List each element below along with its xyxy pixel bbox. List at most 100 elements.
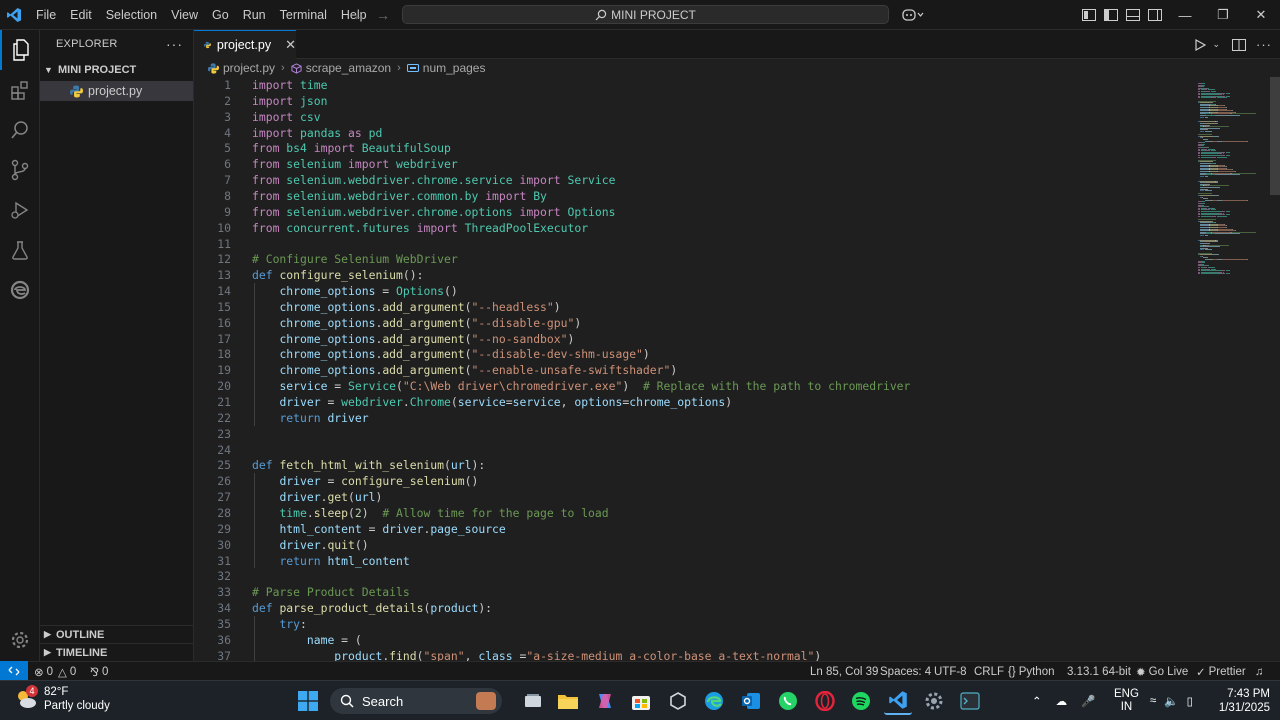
more-actions-icon[interactable]: ··· (1256, 37, 1272, 52)
run-debug-icon[interactable] (0, 190, 40, 230)
problems-indicator[interactable]: ⊗ 0 △ 0 (34, 662, 76, 681)
source-control-icon[interactable] (0, 150, 40, 190)
code-line[interactable]: 11 (194, 236, 1190, 252)
code-line[interactable]: 22 return driver (194, 410, 1190, 426)
microsoft-store-icon[interactable] (627, 687, 655, 715)
code-line[interactable]: 30 driver.quit() (194, 537, 1190, 553)
menu-view[interactable]: View (164, 0, 205, 30)
timeline-section[interactable]: ▶ TIMELINE (40, 643, 193, 661)
chevron-down-icon[interactable]: ⌄ (1212, 39, 1220, 50)
indentation[interactable]: Spaces: 4 (880, 662, 931, 681)
code-editor[interactable]: 1 import time 2 import json 3 import csv 4 impo… (194, 77, 1190, 661)
ports-indicator[interactable]: ⅋ 0 (90, 662, 108, 681)
code-line[interactable]: 3 import csv (194, 109, 1190, 125)
code-line[interactable]: 15 chrome_options.add_argument("--headle… (194, 299, 1190, 315)
file-item-project-py[interactable]: project.py (40, 81, 193, 101)
code-line[interactable]: 9 from selenium.webdriver.chrome.options … (194, 204, 1190, 220)
menu-file[interactable]: File (29, 0, 63, 30)
minimap[interactable] (1190, 77, 1280, 661)
toggle-secondary-sidebar-icon[interactable] (1144, 4, 1166, 26)
code-line[interactable]: 6 from selenium import webdriver (194, 156, 1190, 172)
code-line[interactable]: 19 chrome_options.add_argument("--enable… (194, 362, 1190, 378)
testing-icon[interactable] (0, 230, 40, 270)
code-line[interactable]: 31 return html_content (194, 553, 1190, 569)
menu-selection[interactable]: Selection (99, 0, 164, 30)
task-view-icon[interactable] (519, 687, 547, 715)
copilot-app-icon[interactable] (591, 687, 619, 715)
whatsapp-icon[interactable] (774, 687, 802, 715)
back-arrow-icon[interactable]: ← (352, 7, 366, 23)
go-live-button[interactable]: ✹ Go Live (1136, 662, 1188, 681)
language-indicator[interactable]: ENG IN (1114, 681, 1139, 720)
code-line[interactable]: 27 driver.get(url) (194, 489, 1190, 505)
code-line[interactable]: 35 try: (194, 616, 1190, 632)
opera-icon[interactable] (811, 687, 839, 715)
breadcrumb-file[interactable]: project.py (223, 61, 275, 75)
code-line[interactable]: 33 # Parse Product Details (194, 584, 1190, 600)
split-editor-icon[interactable] (1232, 38, 1246, 51)
encoding[interactable]: UTF-8 (934, 662, 967, 681)
code-line[interactable]: 13 def configure_selenium(): (194, 267, 1190, 283)
code-line[interactable]: 29 html_content = driver.page_source (194, 521, 1190, 537)
edge-browser-icon[interactable] (700, 687, 728, 715)
code-line[interactable]: 20 service = Service("C:\Web driver\chro… (194, 378, 1190, 394)
taskbar-search[interactable]: Search (330, 688, 502, 714)
maximize-icon[interactable]: ❐ (1204, 0, 1242, 30)
end-of-line[interactable]: CRLF (974, 662, 1004, 681)
code-line[interactable]: 17 chrome_options.add_argument("--no-san… (194, 331, 1190, 347)
forward-arrow-icon[interactable]: → (376, 7, 390, 23)
folder-mini-project[interactable]: ▼ MINI PROJECT (40, 59, 193, 81)
edge-devtools-icon[interactable] (0, 270, 40, 310)
copilot-icon[interactable] (898, 4, 928, 26)
tool-app-icon[interactable] (664, 687, 692, 715)
code-line[interactable]: 18 chrome_options.add_argument("--disabl… (194, 346, 1190, 362)
weather-widget[interactable]: 4 82°F Partly cloudy (14, 685, 110, 713)
onedrive-cloud-icon[interactable]: ☁ (1056, 694, 1068, 708)
remote-indicator-icon[interactable] (0, 661, 28, 681)
menu-go[interactable]: Go (205, 0, 236, 30)
code-line[interactable]: 32 (194, 568, 1190, 584)
vscode-taskbar-icon[interactable] (884, 687, 912, 715)
cursor-position[interactable]: Ln 85, Col 39 (810, 662, 878, 681)
code-line[interactable]: 2 import json (194, 93, 1190, 109)
code-line[interactable]: 37 product.find("span", class_="a-size-m… (194, 648, 1190, 661)
breadcrumb-function[interactable]: scrape_amazon (306, 61, 391, 75)
code-line[interactable]: 21 driver = webdriver.Chrome(service=ser… (194, 394, 1190, 410)
file-explorer-icon[interactable] (554, 687, 582, 715)
code-line[interactable]: 36 name = ( (194, 632, 1190, 648)
code-line[interactable]: 12 # Configure Selenium WebDriver (194, 251, 1190, 267)
menu-edit[interactable]: Edit (63, 0, 99, 30)
code-line[interactable]: 5 from bs4 import BeautifulSoup (194, 140, 1190, 156)
run-file-icon[interactable] (1194, 38, 1207, 51)
search-icon[interactable] (0, 110, 40, 150)
toggle-panel-icon[interactable] (1122, 4, 1144, 26)
prettier-button[interactable]: ✓ Prettier (1196, 662, 1246, 681)
terminal-app-icon[interactable] (956, 687, 984, 715)
extensions-icon[interactable] (0, 70, 40, 110)
code-line[interactable]: 14 chrome_options = Options() (194, 283, 1190, 299)
close-tab-icon[interactable]: ✕ (285, 37, 296, 53)
code-line[interactable]: 16 chrome_options.add_argument("--disabl… (194, 315, 1190, 331)
breadcrumb-variable[interactable]: num_pages (423, 61, 486, 75)
code-line[interactable]: 8 from selenium.webdriver.common.by impor… (194, 188, 1190, 204)
settings-app-icon[interactable] (920, 687, 948, 715)
code-line[interactable]: 10 from concurrent.futures import ThreadP… (194, 220, 1190, 236)
code-line[interactable]: 23 (194, 426, 1190, 442)
code-line[interactable]: 24 (194, 442, 1190, 458)
code-line[interactable]: 4 import pandas as pd (194, 125, 1190, 141)
settings-gear-icon[interactable] (0, 620, 40, 660)
menu-run[interactable]: Run (236, 0, 273, 30)
customize-layout-icon[interactable] (1078, 4, 1100, 26)
language-mode[interactable]: {} Python (1008, 662, 1055, 681)
clock[interactable]: 7:43 PM 1/31/2025 (1218, 681, 1270, 720)
show-hidden-icons-chevron-icon[interactable]: ⌃ (1032, 694, 1042, 708)
code-line[interactable]: 34 def parse_product_details(product): (194, 600, 1190, 616)
code-line[interactable]: 28 time.sleep(2) # Allow time for the pa… (194, 505, 1190, 521)
more-actions-icon[interactable]: ··· (166, 36, 183, 52)
command-center[interactable]: MINI PROJECT (402, 5, 889, 24)
menu-terminal[interactable]: Terminal (273, 0, 334, 30)
spotify-icon[interactable] (847, 687, 875, 715)
quick-settings[interactable]: ≈ 🔈 ▯ (1150, 681, 1193, 720)
tab-project-py[interactable]: project.py ✕ (194, 30, 296, 59)
code-line[interactable]: 26 driver = configure_selenium() (194, 473, 1190, 489)
